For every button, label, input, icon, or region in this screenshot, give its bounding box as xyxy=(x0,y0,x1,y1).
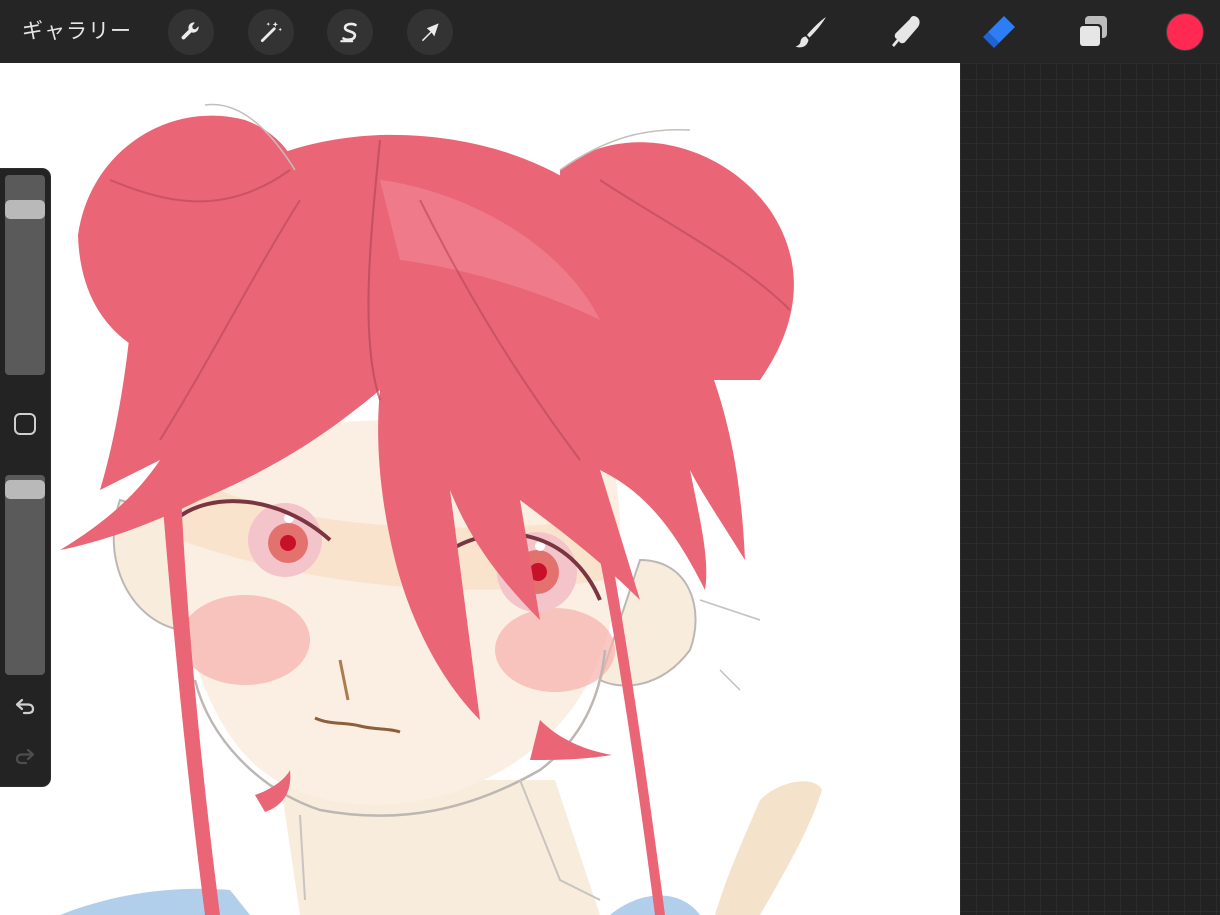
smudge-finger-icon xyxy=(892,16,920,47)
eraser-icon xyxy=(983,16,1015,48)
top-toolbar: ギャラリー xyxy=(0,0,1220,63)
redo-arrow-icon xyxy=(15,748,35,765)
actions-button[interactable] xyxy=(168,9,214,55)
brush-icon xyxy=(795,17,826,48)
modify-square-button[interactable] xyxy=(14,413,36,435)
opacity-slider[interactable] xyxy=(5,475,45,675)
brush-size-slider-thumb[interactable] xyxy=(5,200,45,220)
smudge-tool[interactable] xyxy=(882,9,928,55)
layers-button[interactable] xyxy=(1070,9,1116,55)
brush-tool[interactable] xyxy=(788,9,834,55)
wrench-icon xyxy=(181,22,199,40)
drawing-canvas[interactable] xyxy=(0,63,960,915)
redo-button[interactable] xyxy=(10,741,40,771)
adjustments-button[interactable] xyxy=(248,9,294,55)
color-picker-button[interactable] xyxy=(1166,13,1204,51)
selection-s-icon xyxy=(340,22,357,43)
gallery-button[interactable]: ギャラリー xyxy=(22,16,132,46)
undo-arrow-icon xyxy=(15,698,35,715)
layers-icon xyxy=(1078,16,1107,48)
undo-button[interactable] xyxy=(10,691,40,721)
arrow-cursor-icon xyxy=(421,23,439,42)
eraser-tool[interactable] xyxy=(976,9,1022,55)
transform-button[interactable] xyxy=(407,9,453,55)
workspace-grid-background xyxy=(960,63,1220,915)
artwork xyxy=(60,103,822,915)
magic-wand-icon xyxy=(260,21,283,43)
opacity-slider-thumb[interactable] xyxy=(5,480,45,500)
left-sidebar xyxy=(0,169,50,786)
selection-button[interactable] xyxy=(327,9,373,55)
